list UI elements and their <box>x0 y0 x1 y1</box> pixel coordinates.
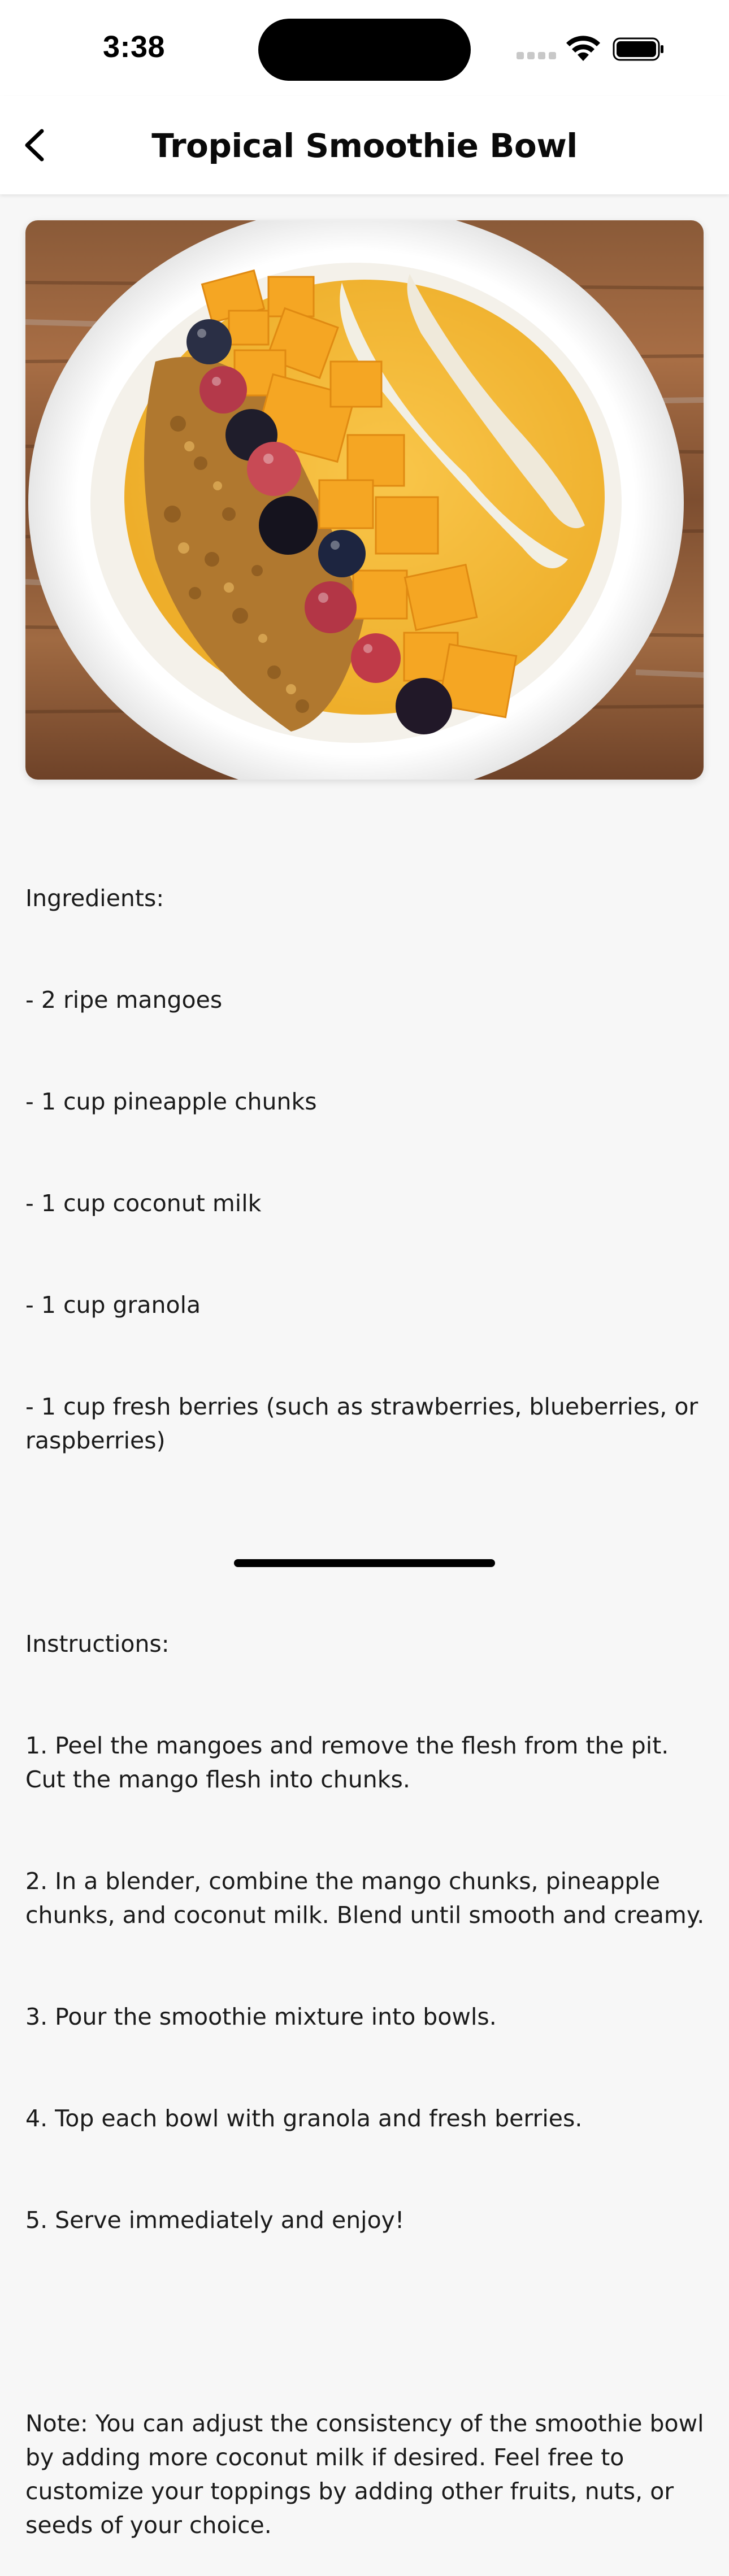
dynamic-island <box>258 19 471 81</box>
ingredient-item: - 2 ripe mangoes <box>25 986 223 1013</box>
cellular-signal-icon <box>517 52 556 60</box>
instruction-step: 1. Peel the mangoes and remove the flesh… <box>25 1732 676 1793</box>
smoothie-bowl-illustration <box>25 220 704 780</box>
instruction-step: 4. Top each bowl with granola and fresh … <box>25 2105 583 2132</box>
status-bar: 3:38 <box>0 0 729 96</box>
battery-icon <box>613 37 663 61</box>
instructions-heading: Instructions: <box>25 1630 170 1657</box>
ingredient-item: - 1 cup granola <box>25 1291 201 1319</box>
home-indicator[interactable] <box>234 1559 495 1567</box>
wifi-icon <box>566 36 600 61</box>
status-time: 3:38 <box>103 30 166 64</box>
recipe-text: Ingredients: - 2 ripe mangoes - 1 cup pi… <box>25 813 706 2576</box>
instruction-step: 3. Pour the smoothie mixture into bowls. <box>25 2003 497 2030</box>
instruction-step: 2. In a blender, combine the mango chunk… <box>25 1868 705 1929</box>
recipe-note: Note: You can adjust the consistency of … <box>25 2410 711 2539</box>
recipe-photo <box>25 220 704 780</box>
ingredient-item: - 1 cup coconut milk <box>25 1190 262 1217</box>
navigation-bar: Tropical Smoothie Bowl <box>0 96 729 194</box>
ingredient-item: - 1 cup pineapple chunks <box>25 1088 317 1115</box>
instruction-step: 5. Serve immediately and enjoy! <box>25 2207 405 2234</box>
page-title: Tropical Smoothie Bowl <box>151 127 578 165</box>
ingredients-heading: Ingredients: <box>25 885 164 912</box>
ingredient-item: - 1 cup fresh berries (such as strawberr… <box>25 1393 706 1454</box>
